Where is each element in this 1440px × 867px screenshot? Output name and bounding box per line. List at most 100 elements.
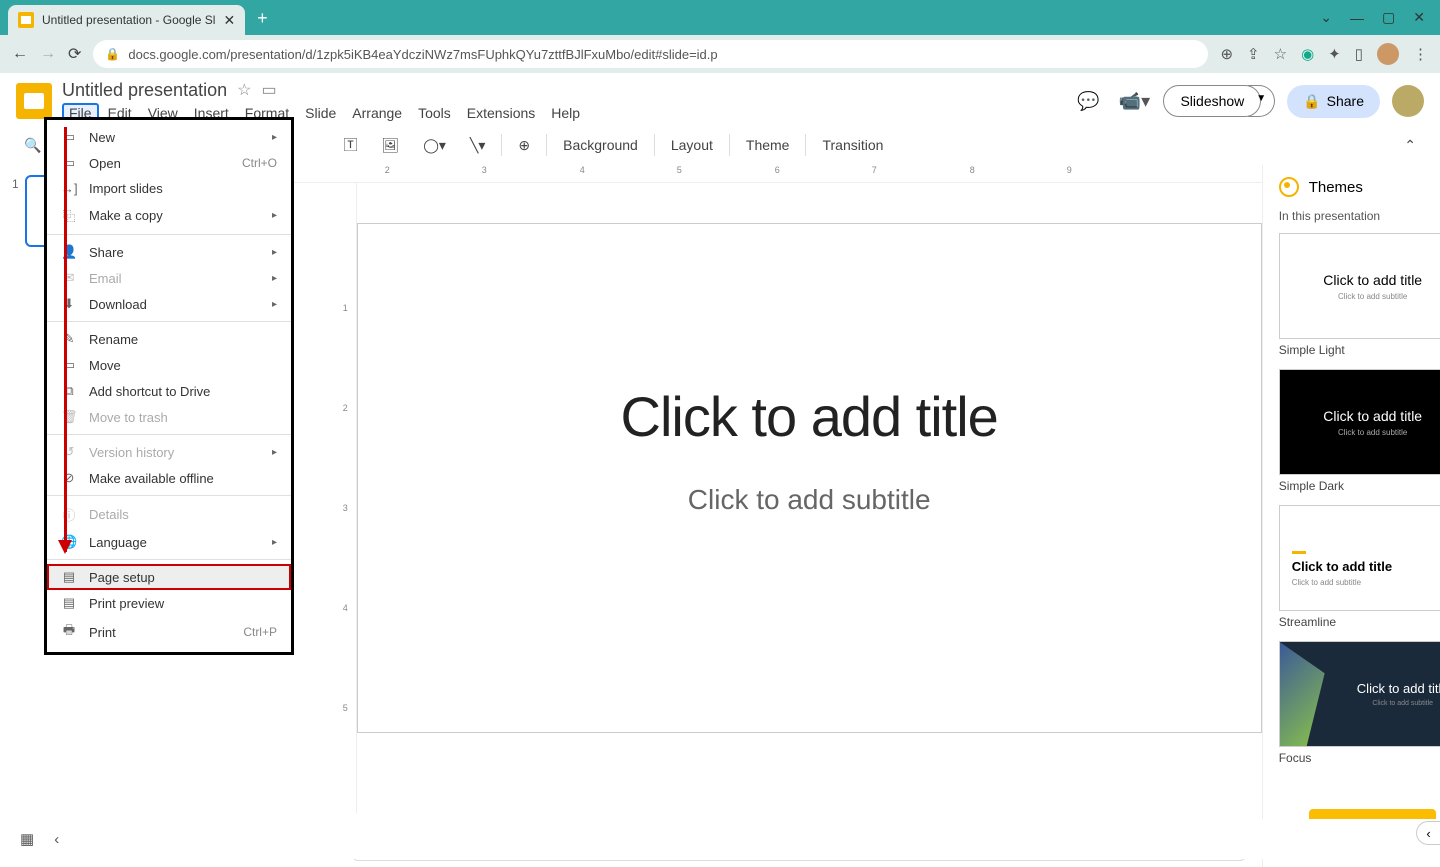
themes-panel: Themes ✕ In this presentation ⌄ Click to…: [1262, 165, 1440, 867]
close-window-icon[interactable]: ✕: [1413, 9, 1425, 26]
theme-button[interactable]: Theme: [738, 133, 798, 157]
file-menu-share[interactable]: 👤Share▸: [47, 239, 291, 265]
profile-avatar-icon[interactable]: [1377, 43, 1399, 65]
menu-item-label: New: [89, 130, 115, 145]
slideshow-button[interactable]: Slideshow: [1163, 85, 1261, 117]
menu-item-label: Email: [89, 271, 122, 286]
document-title[interactable]: Untitled presentation: [62, 80, 227, 101]
file-menu-page-setup[interactable]: ▤ Page setup: [47, 564, 291, 590]
submenu-arrow-icon: ▸: [272, 537, 277, 548]
side-panel-icon[interactable]: ▯: [1355, 45, 1363, 63]
in-presentation-label: In this presentation: [1279, 209, 1380, 223]
browser-tab[interactable]: Untitled presentation - Google Sl ✕: [8, 5, 245, 35]
file-menu-make-a-copy[interactable]: ⿻Make a copy▸: [47, 201, 291, 230]
transition-button[interactable]: Transition: [814, 133, 891, 157]
file-menu-download[interactable]: ⬇Download▸: [47, 291, 291, 317]
menu-help[interactable]: Help: [544, 103, 587, 123]
collapse-toolbar-icon[interactable]: ⌃: [1396, 133, 1424, 158]
collapse-filmstrip-icon[interactable]: ‹: [54, 831, 59, 848]
layout-button[interactable]: Layout: [663, 133, 721, 157]
move-to-folder-icon[interactable]: ▭: [261, 80, 276, 100]
menu-item-label: Add shortcut to Drive: [89, 384, 210, 399]
file-menu-details: ⓘDetails: [47, 500, 291, 529]
file-menu-language[interactable]: 🌐Language▸: [47, 529, 291, 555]
share-button[interactable]: 🔒 Share: [1287, 85, 1380, 118]
add-comment-icon[interactable]: ⊕: [510, 133, 538, 158]
file-menu-import-slides[interactable]: →]Import slides: [47, 176, 291, 201]
minimize-icon[interactable]: —: [1350, 10, 1364, 26]
insert-shape-icon[interactable]: ◯▾: [415, 133, 454, 158]
menu-item-label: Make available offline: [89, 471, 214, 486]
extension-icon[interactable]: ◉: [1301, 45, 1314, 63]
background-button[interactable]: Background: [555, 133, 646, 157]
menu-item-label: Version history: [89, 445, 174, 460]
back-button[interactable]: ←: [12, 45, 28, 63]
url-text: docs.google.com/presentation/d/1zpk5iKB4…: [128, 47, 717, 62]
menu-shortcut: Ctrl+O: [242, 156, 277, 170]
bookmark-icon[interactable]: ☆: [1274, 45, 1287, 63]
menu-item-label: Page setup: [89, 570, 155, 585]
menu-item-label: Open: [89, 156, 121, 171]
present-camera-icon[interactable]: 📹▾: [1117, 84, 1151, 118]
menu-item-icon: ▤: [61, 569, 77, 585]
separator: [729, 134, 730, 156]
slide[interactable]: Click to add title Click to add subtitle: [357, 223, 1262, 733]
slides-logo-icon[interactable]: [16, 83, 52, 119]
new-tab-button[interactable]: +: [257, 8, 268, 29]
browser-tab-strip: Untitled presentation - Google Sl ✕ + ⌄ …: [0, 0, 1440, 35]
account-avatar-icon[interactable]: [1392, 85, 1424, 117]
show-side-panel-icon[interactable]: ‹: [1416, 821, 1440, 845]
address-bar: ← → ⟳ 🔒 docs.google.com/presentation/d/1…: [0, 35, 1440, 73]
slideshow-dropdown[interactable]: ▼: [1248, 85, 1275, 117]
menu-item-label: Language: [89, 535, 147, 550]
file-menu-move[interactable]: ▭Move: [47, 352, 291, 378]
menu-item-label: Make a copy: [89, 208, 163, 223]
title-placeholder[interactable]: Click to add title: [428, 384, 1191, 449]
file-menu-make-available-offline[interactable]: ⊘Make available offline: [47, 465, 291, 491]
share-page-icon[interactable]: ⇪: [1247, 45, 1260, 63]
menu-extensions[interactable]: Extensions: [460, 103, 542, 123]
menu-tools[interactable]: Tools: [411, 103, 458, 123]
comments-icon[interactable]: 💬: [1071, 84, 1105, 118]
zoom-icon[interactable]: ⊕: [1220, 45, 1233, 63]
file-menu-print-preview[interactable]: ▤Print preview: [47, 590, 291, 616]
menu-slide[interactable]: Slide: [298, 103, 343, 123]
file-menu-rename[interactable]: ✎Rename: [47, 326, 291, 352]
file-menu-version-history: ↺Version history▸: [47, 439, 291, 465]
menu-arrange[interactable]: Arrange: [345, 103, 409, 123]
file-menu-open[interactable]: ▭OpenCtrl+O: [47, 150, 291, 176]
theme-simple-light[interactable]: Click to add title Click to add subtitle…: [1279, 233, 1440, 357]
menu-separator: [47, 559, 291, 560]
theme-focus[interactable]: Click to add title Click to add subtitle…: [1279, 641, 1440, 765]
extensions-puzzle-icon[interactable]: ✦: [1328, 45, 1341, 63]
kebab-menu-icon[interactable]: ⋮: [1413, 45, 1428, 63]
reload-button[interactable]: ⟳: [68, 44, 81, 64]
themes-section-header[interactable]: In this presentation ⌄: [1279, 209, 1440, 223]
text-box-icon[interactable]: 🅃: [335, 131, 365, 159]
subtitle-placeholder[interactable]: Click to add subtitle: [428, 484, 1191, 516]
menu-item-label: Print: [89, 625, 116, 640]
menu-item-label: Print preview: [89, 596, 164, 611]
separator: [654, 134, 655, 156]
tab-close-icon[interactable]: ✕: [223, 12, 235, 29]
insert-line-icon[interactable]: ╲▾: [462, 133, 493, 158]
share-label: Share: [1327, 93, 1364, 109]
grid-view-icon[interactable]: ▦: [20, 830, 34, 848]
theme-streamline[interactable]: Click to add title Click to add subtitle…: [1279, 505, 1440, 629]
url-input[interactable]: 🔒 docs.google.com/presentation/d/1zpk5iK…: [93, 40, 1208, 68]
address-bar-actions: ⊕ ⇪ ☆ ◉ ✦ ▯ ⋮: [1220, 43, 1428, 65]
slide-canvas[interactable]: Click to add title Click to add subtitle: [357, 183, 1262, 813]
themes-icon: [1279, 177, 1299, 197]
insert-image-icon[interactable]: 🖼: [373, 133, 407, 158]
file-menu-move-to-trash: 🗑Move to trash: [47, 404, 291, 430]
star-icon[interactable]: ☆: [237, 80, 251, 100]
slides-favicon: [18, 12, 34, 28]
maximize-icon[interactable]: ▢: [1382, 9, 1395, 26]
file-menu-add-shortcut-to-drive[interactable]: ⧉Add shortcut to Drive: [47, 378, 291, 404]
file-menu-new[interactable]: ▭New▸: [47, 124, 291, 150]
submenu-arrow-icon: ▸: [272, 273, 277, 284]
theme-simple-dark[interactable]: Click to add title Click to add subtitle…: [1279, 369, 1440, 493]
chevron-down-icon[interactable]: ⌄: [1320, 9, 1332, 26]
menu-shortcut: Ctrl+P: [243, 625, 277, 639]
file-menu-print[interactable]: 🖶PrintCtrl+P: [47, 616, 291, 648]
